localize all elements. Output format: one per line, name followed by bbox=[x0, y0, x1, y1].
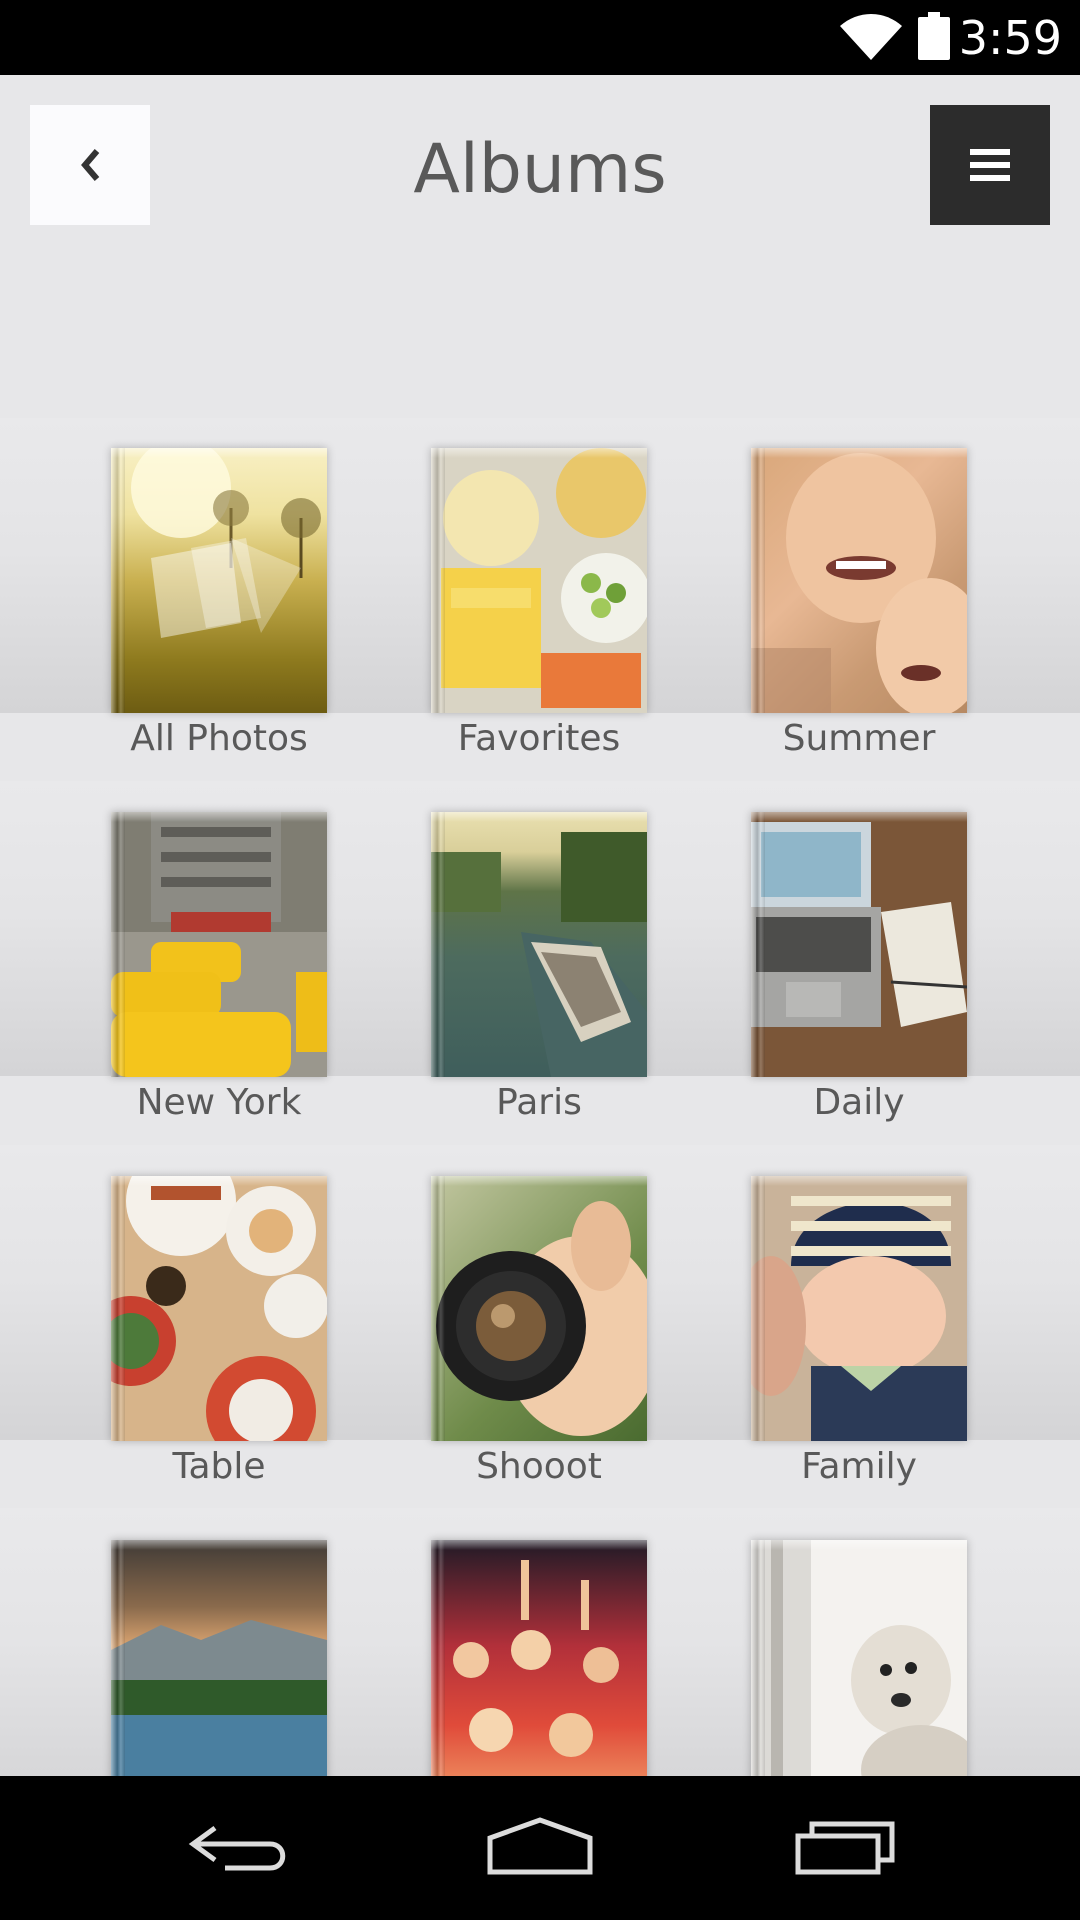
album-cover bbox=[751, 1176, 967, 1441]
nav-recents-button[interactable] bbox=[785, 1806, 905, 1886]
wifi-icon bbox=[840, 14, 902, 60]
back-button[interactable] bbox=[30, 105, 150, 225]
status-time: 3:59 bbox=[958, 11, 1062, 65]
album-new-york[interactable]: New York bbox=[111, 812, 327, 1123]
album-cover bbox=[111, 448, 327, 713]
album-spine bbox=[111, 812, 125, 1077]
chevron-left-icon bbox=[81, 149, 100, 181]
album-spine bbox=[751, 812, 765, 1077]
album-family[interactable]: Family bbox=[751, 1176, 967, 1487]
cover-shade bbox=[751, 812, 967, 822]
album-spine bbox=[431, 1176, 445, 1441]
album-cover bbox=[431, 1540, 647, 1805]
river-boat-photo bbox=[431, 832, 647, 1077]
back-arrow-icon bbox=[188, 1825, 286, 1871]
album-label: Favorites bbox=[457, 718, 621, 759]
album-summer[interactable]: Summer bbox=[751, 448, 967, 759]
album-spine bbox=[751, 1176, 765, 1441]
album-cover bbox=[111, 812, 327, 1077]
album-label: All Photos bbox=[130, 718, 308, 759]
album-cover bbox=[431, 812, 647, 1077]
album-concert[interactable] bbox=[431, 1540, 647, 1805]
album-label: Table bbox=[172, 1446, 266, 1487]
nav-back-button[interactable] bbox=[180, 1806, 300, 1886]
album-daily[interactable]: Daily bbox=[751, 812, 967, 1123]
cover-shade bbox=[111, 1176, 327, 1186]
header: Albums bbox=[0, 75, 1080, 255]
album-spine bbox=[111, 448, 125, 713]
cover-shade bbox=[751, 448, 967, 458]
concert-crowd-photo bbox=[453, 1560, 619, 1757]
album-spine bbox=[431, 812, 445, 1077]
mountain-lake-photo bbox=[111, 1620, 327, 1805]
cover-shade bbox=[431, 1540, 647, 1550]
album-landscape[interactable] bbox=[111, 1540, 327, 1805]
camera-lens-photo bbox=[436, 1201, 647, 1436]
nav-home-button[interactable] bbox=[480, 1806, 600, 1886]
album-shooot[interactable]: Shooot bbox=[431, 1176, 647, 1487]
album-spine bbox=[751, 1540, 765, 1805]
menu-button[interactable] bbox=[930, 105, 1050, 225]
cover-shade bbox=[111, 1540, 327, 1550]
baby-photo bbox=[751, 1196, 967, 1441]
album-dog[interactable] bbox=[751, 1540, 967, 1805]
album-cover bbox=[751, 1540, 967, 1805]
battery-icon bbox=[918, 12, 950, 60]
cover-shade bbox=[431, 448, 647, 458]
album-spine bbox=[431, 448, 445, 713]
album-all-photos[interactable]: All Photos bbox=[111, 448, 327, 759]
recent-apps-icon bbox=[795, 1821, 895, 1875]
album-cover bbox=[751, 812, 967, 1077]
album-spine bbox=[431, 1540, 445, 1805]
cover-shade bbox=[111, 448, 327, 458]
album-label: Family bbox=[801, 1446, 917, 1487]
photo-stack-icon bbox=[131, 448, 321, 638]
navigation-bar bbox=[0, 1776, 1080, 1920]
album-table[interactable]: Table bbox=[111, 1176, 327, 1487]
album-spine bbox=[111, 1540, 125, 1805]
cover-shade bbox=[751, 1540, 967, 1550]
cover-shade bbox=[431, 812, 647, 822]
album-cover bbox=[111, 1540, 327, 1805]
album-cover bbox=[431, 448, 647, 713]
food-photo bbox=[431, 448, 647, 713]
taxi-photo bbox=[111, 812, 327, 1077]
dog-window-photo bbox=[751, 1540, 967, 1805]
status-bar: 3:59 bbox=[0, 0, 1080, 75]
breakfast-table-photo bbox=[111, 1176, 327, 1441]
album-spine bbox=[111, 1176, 125, 1441]
album-label: Shooot bbox=[476, 1446, 602, 1487]
album-favorites[interactable]: Favorites bbox=[431, 448, 647, 759]
children-photo bbox=[751, 453, 967, 713]
cover-shade bbox=[111, 812, 327, 822]
album-cover bbox=[111, 1176, 327, 1441]
cover-shade bbox=[751, 1176, 967, 1186]
album-cover bbox=[751, 448, 967, 713]
album-spine bbox=[751, 448, 765, 713]
cover-shade bbox=[431, 1176, 647, 1186]
laptop-desk-photo bbox=[751, 812, 967, 1077]
album-label: Summer bbox=[782, 718, 936, 759]
page-title: Albums bbox=[413, 130, 667, 209]
album-paris[interactable]: Paris bbox=[431, 812, 647, 1123]
home-icon bbox=[487, 1817, 593, 1875]
album-label: Daily bbox=[813, 1082, 905, 1123]
album-cover bbox=[431, 1176, 647, 1441]
hamburger-menu-icon bbox=[970, 149, 1010, 181]
album-label: New York bbox=[136, 1082, 302, 1123]
album-label: Paris bbox=[496, 1082, 582, 1123]
